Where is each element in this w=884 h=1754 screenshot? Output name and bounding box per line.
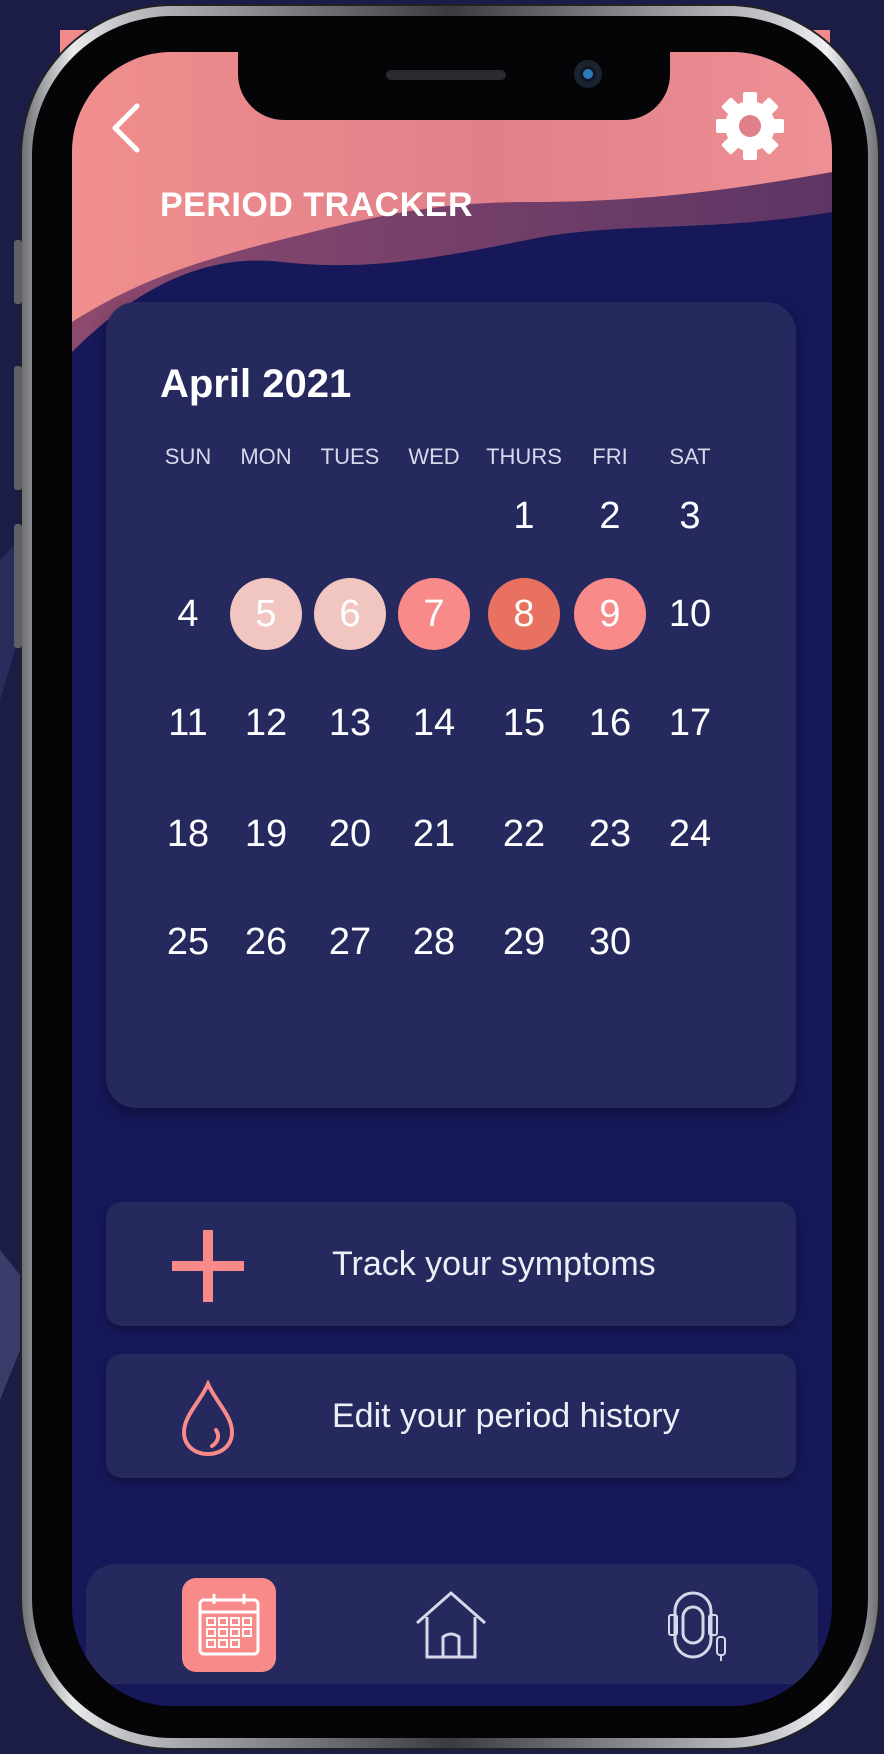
- calendar-day-30[interactable]: 30: [574, 906, 646, 978]
- calendar-day-18[interactable]: 18: [152, 798, 224, 870]
- speaker-grille: [386, 70, 506, 80]
- calendar-icon: [198, 1594, 260, 1656]
- calendar-day-17[interactable]: 17: [654, 687, 726, 759]
- drop-icon: [181, 1380, 235, 1456]
- calendar-card: April 2021 SUN MON TUES WED THURS FRI SAT 1234…: [106, 302, 796, 1108]
- calendar-day-2[interactable]: 2: [574, 480, 646, 552]
- calendar-day-9[interactable]: 9: [574, 578, 646, 650]
- weekday-sun: SUN: [164, 444, 212, 469]
- back-button[interactable]: [102, 92, 150, 164]
- phone-mute-switch: [14, 240, 22, 304]
- calendar-day-19[interactable]: 19: [230, 798, 302, 870]
- track-symptoms-button[interactable]: Track your symptoms: [106, 1202, 796, 1326]
- calendar-day-20[interactable]: 20: [314, 798, 386, 870]
- tab-calendar[interactable]: [182, 1578, 276, 1672]
- phone-volume-down: [14, 524, 22, 648]
- weekday-sat: SAT: [669, 444, 711, 469]
- calendar-day-12[interactable]: 12: [230, 687, 302, 759]
- edit-period-history-button[interactable]: Edit your period history: [106, 1354, 796, 1478]
- calendar-day-24[interactable]: 24: [654, 798, 726, 870]
- front-camera: [574, 60, 602, 88]
- calendar-day-27[interactable]: 27: [314, 906, 386, 978]
- month-title: April 2021: [160, 362, 352, 406]
- track-symptoms-label: Track your symptoms: [332, 1244, 656, 1283]
- weekday-wed: WED: [408, 444, 460, 469]
- weekday-fri: FRI: [592, 444, 628, 469]
- page-title: PERIOD TRACKER: [160, 186, 474, 224]
- settings-button[interactable]: [712, 88, 788, 164]
- calendar-day-23[interactable]: 23: [574, 798, 646, 870]
- app-screen: PERIOD TRACKER April 2021 SUN MON TUES WED T…: [72, 52, 832, 1706]
- weekday-tues: TUES: [320, 444, 380, 469]
- calendar-day-14[interactable]: 14: [398, 687, 470, 759]
- weekday-thurs: THURS: [486, 444, 562, 469]
- calendar-day-7[interactable]: 7: [398, 578, 470, 650]
- calendar-day-29[interactable]: 29: [488, 906, 560, 978]
- calendar-day-8[interactable]: 8: [488, 578, 560, 650]
- calendar-day-15[interactable]: 15: [488, 687, 560, 759]
- chevron-left-icon: [112, 103, 140, 153]
- bottom-tab-bar: [86, 1564, 818, 1684]
- calendar-day-21[interactable]: 21: [398, 798, 470, 870]
- calendar-day-26[interactable]: 26: [230, 906, 302, 978]
- weekday-mon: MON: [240, 444, 292, 469]
- calendar-day-11[interactable]: 11: [152, 687, 224, 759]
- phone-volume-up: [14, 366, 22, 490]
- tab-home[interactable]: [404, 1578, 498, 1672]
- calendar-day-4[interactable]: 4: [152, 578, 224, 650]
- tab-products[interactable]: [652, 1578, 746, 1672]
- calendar-day-22[interactable]: 22: [488, 798, 560, 870]
- calendar-day-6[interactable]: 6: [314, 578, 386, 650]
- edit-period-history-label: Edit your period history: [332, 1396, 680, 1435]
- plus-icon: [172, 1230, 244, 1302]
- calendar-day-28[interactable]: 28: [398, 906, 470, 978]
- calendar-day-16[interactable]: 16: [574, 687, 646, 759]
- home-icon: [416, 1591, 486, 1659]
- calendar-day-5[interactable]: 5: [230, 578, 302, 650]
- calendar-day-10[interactable]: 10: [654, 578, 726, 650]
- calendar-day-13[interactable]: 13: [314, 687, 386, 759]
- calendar-day-1[interactable]: 1: [488, 480, 560, 552]
- calendar-day-25[interactable]: 25: [152, 906, 224, 978]
- phone-notch: [238, 52, 670, 120]
- pad-icon: [668, 1591, 726, 1661]
- gear-icon: [716, 92, 784, 160]
- calendar-day-3[interactable]: 3: [654, 480, 726, 552]
